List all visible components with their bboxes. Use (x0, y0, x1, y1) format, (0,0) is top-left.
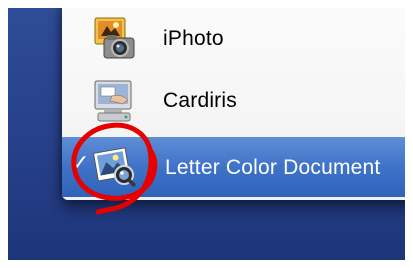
menu-item-cardiris[interactable]: Cardiris (62, 73, 405, 129)
menu-item-label: iPhoto (163, 27, 224, 50)
checkmark-icon: ✓ (71, 151, 90, 176)
iphoto-camera-icon (94, 17, 135, 59)
menu-item-letter-color-document[interactable]: ✓ Letter Color Document (62, 137, 405, 197)
menu-item-label: Letter Color Document (165, 156, 381, 179)
screenshot-frame: iPhoto Cardiris ✓ Letter Color Document (0, 0, 413, 268)
preview-image-icon (92, 147, 136, 187)
menu-item-iphoto[interactable]: iPhoto (62, 11, 405, 67)
menu-item-label: Cardiris (163, 89, 237, 112)
desktop-background: iPhoto Cardiris ✓ Letter Color Document (8, 8, 405, 260)
application-menu: iPhoto Cardiris ✓ Letter Color Document (62, 8, 405, 200)
cardiris-scanner-icon (94, 80, 132, 122)
